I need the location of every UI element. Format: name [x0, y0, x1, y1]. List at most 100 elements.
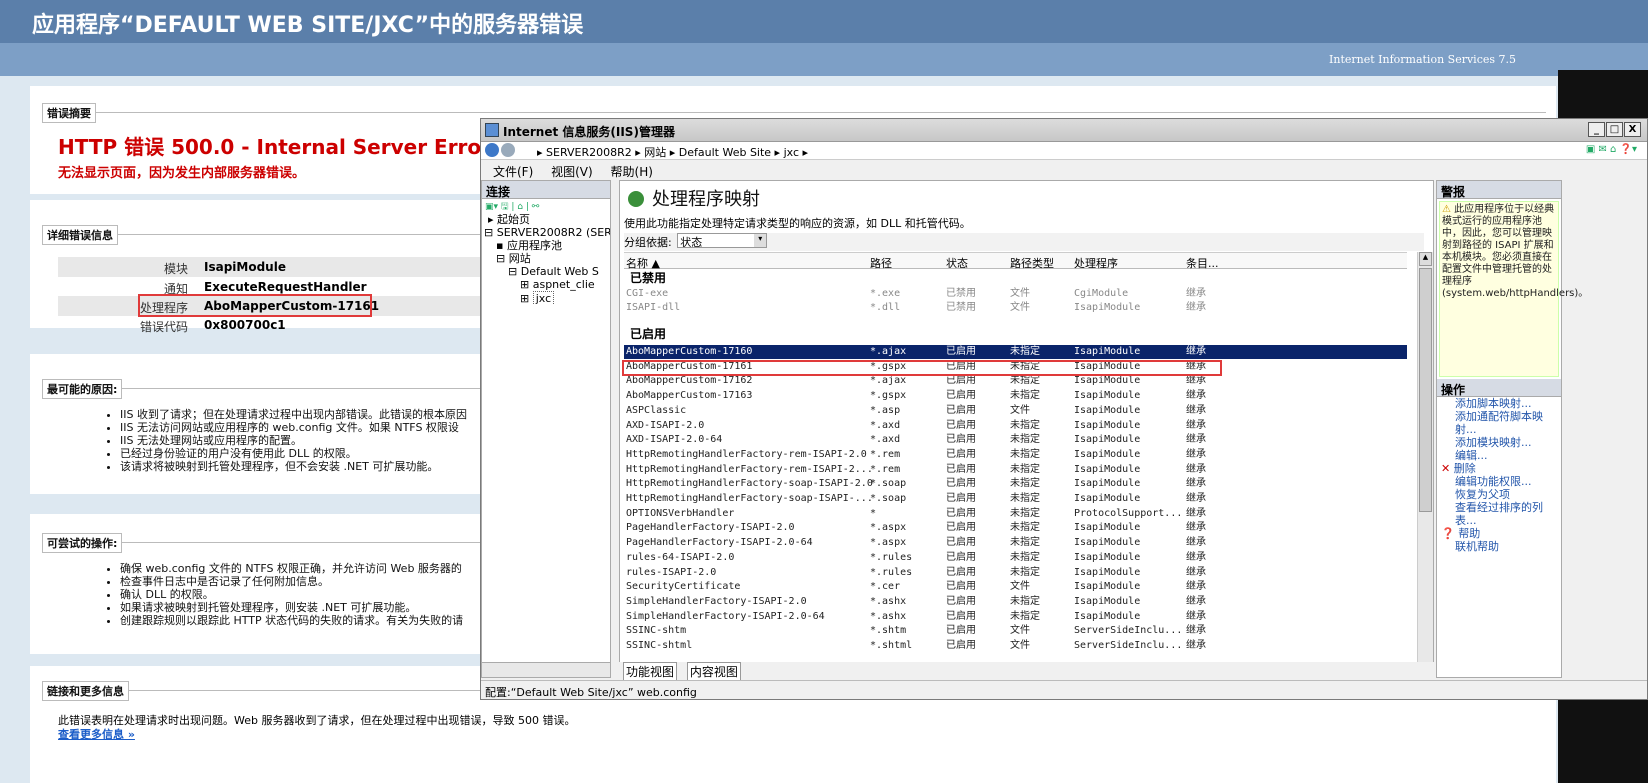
- table-row[interactable]: OPTIONSVerbHandler * 已启用 未指定 ProtocolSupport…: [624, 507, 1407, 521]
- table-cell: 继承: [1186, 463, 1206, 475]
- forward-icon[interactable]: [501, 143, 515, 157]
- table-row[interactable]: AboMapperCustom-17163 *.gspx 已启用 未指定 IsapiMo…: [624, 389, 1407, 403]
- tree-item-aspnet[interactable]: ⊞ aspnet_clie: [482, 278, 610, 291]
- address-bar[interactable]: ▸ SERVER2008R2 ▸ 网站 ▸ Default Web Site ▸…: [481, 142, 1647, 160]
- table-row[interactable]: SSINC-shtml *.shtml 已启用 文件 ServerSideInclu..…: [624, 639, 1407, 653]
- tree-item-default-site[interactable]: ⊟ Default Web S: [482, 265, 610, 278]
- table-row[interactable]: AboMapperCustom-17160 *.ajax 已启用 未指定 IsapiMo…: [624, 345, 1407, 359]
- action-delete[interactable]: ✕ 删除: [1441, 462, 1561, 475]
- toolbar-icons[interactable]: ▣ ✉ ⌂ ❓▾: [1586, 144, 1637, 155]
- close-button[interactable]: X: [1624, 122, 1641, 137]
- table-cell: 已启用: [946, 625, 976, 637]
- table-cell: AXD-ISAPI-2.0: [626, 419, 705, 431]
- table-cell: ISAPI-dll: [626, 302, 681, 313]
- grid-scrollbar[interactable]: ▲▼: [1417, 252, 1433, 678]
- action-help[interactable]: ❓ 帮助: [1441, 527, 1561, 540]
- table-row[interactable]: rules-ISAPI-2.0 *.rules 已启用 未指定 IsapiModule 继…: [624, 566, 1407, 580]
- col-state[interactable]: 状态: [946, 255, 968, 271]
- col-handler[interactable]: 处理程序: [1074, 255, 1118, 271]
- table-row[interactable]: AboMapperCustom-17162 *.ajax 已启用 未指定 IsapiMo…: [624, 374, 1407, 388]
- error-title: HTTP 错误 500.0 - Internal Server Error: [58, 135, 492, 159]
- table-cell: 继承: [1186, 610, 1206, 622]
- action-edit-permissions[interactable]: 编辑功能权限...: [1455, 475, 1561, 488]
- table-row[interactable]: HttpRemotingHandlerFactory-soap-ISAPI-2.…: [624, 477, 1407, 491]
- col-entry[interactable]: 条目...: [1186, 255, 1219, 271]
- breadcrumb[interactable]: ▸ SERVER2008R2 ▸ 网站 ▸ Default Web Site ▸…: [537, 144, 808, 160]
- table-cell: 未指定: [1010, 493, 1040, 504]
- table-row[interactable]: rules-64-ISAPI-2.0 *.rules 已启用 未指定 IsapiModu…: [624, 551, 1407, 565]
- tree-item-start[interactable]: ▸ 起始页: [482, 213, 610, 226]
- detail-row: 错误代码 0x800700c1: [139, 318, 286, 334]
- table-cell: 文件: [1010, 302, 1030, 313]
- tree-item-server[interactable]: ⊟ SERVER2008R2 (SERV: [482, 226, 610, 239]
- table-row[interactable]: HttpRemotingHandlerFactory-rem-ISAPI-2..…: [624, 463, 1407, 477]
- title-bar[interactable]: Internet 信息服务(IIS)管理器 _ □ X: [481, 119, 1647, 142]
- action-revert[interactable]: 恢复为父项: [1455, 488, 1561, 501]
- table-cell: IsapiModule: [1074, 522, 1141, 534]
- list-item: 确保 web.config 文件的 NTFS 权限正确，并允许访问 Web 服务…: [120, 562, 463, 575]
- action-view-ordered[interactable]: 查看经过排序的列表...: [1455, 501, 1561, 527]
- back-icon[interactable]: [485, 143, 499, 157]
- table-row[interactable]: AXD-ISAPI-2.0 *.axd 已启用 未指定 IsapiModule 继承: [624, 419, 1407, 433]
- action-add-module-map[interactable]: 添加模块映射...: [1455, 436, 1561, 449]
- table-cell: ASPClassic: [626, 404, 687, 416]
- tab-features-view[interactable]: 功能视图: [623, 662, 678, 681]
- table-cell: 未指定: [1010, 595, 1040, 607]
- list-item: IIS 无法访问网站或应用程序的 web.config 文件。如果 NTFS 权…: [120, 421, 467, 434]
- action-edit[interactable]: 编辑...: [1455, 449, 1561, 462]
- table-cell: OPTIONSVerbHandler: [626, 507, 735, 519]
- table-row[interactable]: ISAPI-dll *.dll 已禁用 文件 IsapiModule 继承: [624, 301, 1407, 315]
- table-row[interactable]: HttpRemotingHandlerFactory-soap-ISAPI-..…: [624, 492, 1407, 506]
- table-row[interactable]: HttpRemotingHandlerFactory-rem-ISAPI-2.0…: [624, 448, 1407, 462]
- table-row[interactable]: ASPClassic *.asp 已启用 文件 IsapiModule 继承: [624, 404, 1407, 418]
- table-row[interactable]: SimpleHandlerFactory-ISAPI-2.0-64 *.ashx 已…: [624, 610, 1407, 624]
- col-path[interactable]: 路径: [870, 255, 892, 271]
- table-cell: IsapiModule: [1074, 434, 1141, 446]
- tab-content-view[interactable]: 内容视图: [686, 662, 741, 681]
- connections-toolbar[interactable]: ▣▾ 🖫 | ⌂ | ⚯: [482, 199, 610, 213]
- table-cell: 已启用: [946, 537, 976, 549]
- group-disabled: 已禁用: [630, 271, 667, 285]
- tree-item-apppools[interactable]: ▪ 应用程序池: [482, 239, 610, 252]
- table-row[interactable]: PageHandlerFactory-ISAPI-2.0 *.aspx 已启用 未指定…: [624, 521, 1407, 535]
- table-cell: 继承: [1186, 537, 1206, 549]
- table-cell: IsapiModule: [1074, 551, 1141, 563]
- table-cell: SecurityCertificate: [626, 581, 741, 593]
- scroll-thumb[interactable]: [1419, 268, 1432, 512]
- scroll-up[interactable]: ▲: [1419, 252, 1432, 266]
- action-online-help[interactable]: 联机帮助: [1455, 540, 1561, 553]
- table-row[interactable]: AXD-ISAPI-2.0-64 *.axd 已启用 未指定 IsapiModule 继承: [624, 433, 1407, 447]
- table-cell: 已启用: [946, 507, 976, 519]
- menu-view[interactable]: 视图(V): [551, 165, 593, 179]
- table-cell: 已启用: [946, 581, 976, 593]
- table-cell: 文件: [1010, 625, 1030, 637]
- action-add-script-map[interactable]: 添加脚本映射...: [1455, 397, 1561, 410]
- minimize-button[interactable]: _: [1588, 122, 1605, 137]
- group-by-select[interactable]: ▾ 状态: [677, 233, 768, 249]
- table-cell: 继承: [1186, 302, 1206, 313]
- list-item: IIS 收到了请求；但在处理请求过程中出现内部错误。此错误的根本原因: [120, 408, 467, 421]
- alert-box: ⚠ 此应用程序位于以经典模式运行的应用程序池中，因此，您可以管理映射到路径的 I…: [1439, 201, 1588, 377]
- col-pathtype[interactable]: 路径类型: [1010, 255, 1054, 271]
- table-row[interactable]: PageHandlerFactory-ISAPI-2.0-64 *.aspx 已启用…: [624, 536, 1407, 550]
- table-row[interactable]: SecurityCertificate *.cer 已启用 文件 IsapiModule…: [624, 580, 1407, 594]
- table-cell: 未指定: [1010, 537, 1040, 549]
- table-row[interactable]: SSINC-shtm *.shtm 已启用 文件 ServerSideInclu... 继…: [624, 624, 1407, 638]
- table-cell: 继承: [1186, 581, 1206, 593]
- table-row[interactable]: SimpleHandlerFactory-ISAPI-2.0 *.ashx 已启用 未…: [624, 595, 1407, 609]
- causes-title: 最可能的原因:: [42, 379, 123, 399]
- connections-scrollbar[interactable]: [481, 662, 611, 678]
- iis-manager-window[interactable]: Internet 信息服务(IIS)管理器 _ □ X ▸ SERVER2008R2…: [480, 118, 1648, 700]
- table-row[interactable]: CGI-exe *.exe 已禁用 文件 CgiModule 继承: [624, 287, 1407, 301]
- menu-help[interactable]: 帮助(H): [611, 165, 653, 179]
- tree-item-sites[interactable]: ⊟ 网站: [482, 252, 610, 265]
- alerts-title: 警报: [1437, 181, 1561, 199]
- menu-file[interactable]: 文件(F): [493, 165, 533, 179]
- table-cell: 未指定: [1010, 390, 1040, 402]
- more-info-link[interactable]: 查看更多信息 »: [58, 726, 135, 742]
- action-add-wildcard-map[interactable]: 添加通配符脚本映射...: [1455, 410, 1561, 436]
- tree-item-jxc[interactable]: ⊞ jxc: [482, 291, 610, 304]
- table-cell: 继承: [1186, 493, 1206, 504]
- maximize-button[interactable]: □: [1606, 122, 1623, 137]
- actions-list: 添加脚本映射... 添加通配符脚本映射... 添加模块映射... 编辑... ✕…: [1437, 397, 1561, 553]
